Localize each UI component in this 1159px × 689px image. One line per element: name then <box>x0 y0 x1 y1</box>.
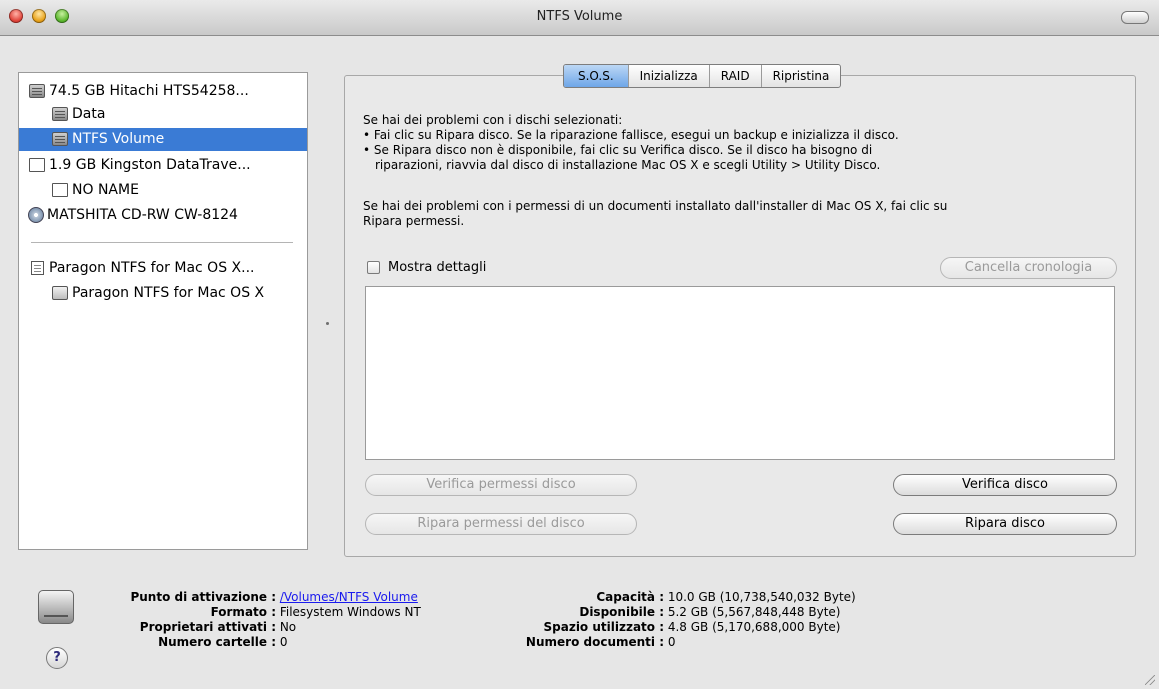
info-key: Formato : <box>210 605 276 619</box>
sidebar-item-label: Paragon NTFS for Mac OS X... <box>49 260 255 276</box>
info-key: Punto di attivazione : <box>130 590 276 604</box>
show-details-checkbox[interactable] <box>367 261 380 274</box>
repair-disk-button[interactable]: Ripara disco <box>893 513 1117 535</box>
optical-disc-icon <box>28 207 44 223</box>
clear-history-button[interactable]: Cancella cronologia <box>940 257 1117 279</box>
info-value: 10.0 GB (10,738,540,032 Byte) <box>667 590 856 604</box>
sidebar-item-cd-rw-drive[interactable]: MATSHITA CD-RW CW-8124 <box>19 204 307 227</box>
sidebar-item-hitachi-disk[interactable]: 74.5 GB Hitachi HTS54258... <box>19 80 307 103</box>
info-owners: Proprietari attivati : No <box>112 620 296 635</box>
sos-bullet-repair: • Fai clic su Ripara disco. Se la ripara… <box>363 128 899 142</box>
info-key: Disponibile : <box>579 605 664 619</box>
tab-inizializza[interactable]: Inizializza <box>627 65 709 87</box>
info-format: Formato : Filesystem Windows NT <box>112 605 421 620</box>
mount-point-link[interactable]: /Volumes/NTFS Volume <box>280 590 418 604</box>
mounted-image-icon <box>52 286 68 300</box>
sidebar-item-paragon-image[interactable]: Paragon NTFS for Mac OS X... <box>19 257 307 280</box>
repair-permissions-button[interactable]: Ripara permessi del disco <box>365 513 637 535</box>
tab-sos[interactable]: S.O.S. <box>564 65 628 87</box>
resize-grip-icon[interactable] <box>1145 675 1155 685</box>
info-folders: Numero cartelle : 0 <box>112 635 287 650</box>
window-title: NTFS Volume <box>536 9 623 24</box>
volume-large-icon <box>38 590 74 624</box>
info-value: 5.2 GB (5,567,848,448 Byte) <box>667 605 841 619</box>
sidebar-item-label: Paragon NTFS for Mac OS X <box>72 285 265 301</box>
tab-bar: S.O.S. Inizializza RAID Ripristina <box>563 64 842 88</box>
title-bar: NTFS Volume <box>0 0 1159 36</box>
sos-permissions-text: Se hai dei problemi con i permessi di un… <box>363 199 948 213</box>
sidebar-item-label: 1.9 GB Kingston DataTrave... <box>49 157 251 173</box>
info-key: Numero documenti : <box>525 635 664 649</box>
sos-bullet-verify: • Se Ripara disco non è disponibile, fai… <box>363 143 873 157</box>
info-key: Numero cartelle : <box>158 635 276 649</box>
sidebar-item-paragon-volume[interactable]: Paragon NTFS for Mac OS X <box>19 282 307 305</box>
sidebar-item-ntfs-volume[interactable]: NTFS Volume <box>19 128 307 151</box>
sidebar-item-kingston-drive[interactable]: 1.9 GB Kingston DataTrave... <box>19 154 307 177</box>
verify-permissions-button[interactable]: Verifica permessi disco <box>365 474 637 496</box>
tab-raid[interactable]: RAID <box>708 65 761 87</box>
volume-icon <box>52 107 68 121</box>
sos-intro-text: Se hai dei problemi con i dischi selezio… <box>363 113 623 127</box>
info-available: Disponibile : 5.2 GB (5,567,848,448 Byte… <box>478 605 840 620</box>
info-key: Capacità : <box>596 590 664 604</box>
sidebar-item-label: Data <box>72 106 106 122</box>
info-capacity: Capacità : 10.0 GB (10,738,540,032 Byte) <box>478 590 856 605</box>
details-log[interactable] <box>365 286 1115 460</box>
sidebar-item-label: NTFS Volume <box>72 131 165 147</box>
sidebar-item-label: NO NAME <box>72 182 139 198</box>
sidebar-item-data-volume[interactable]: Data <box>19 103 307 126</box>
verify-disk-button[interactable]: Verifica disco <box>893 474 1117 496</box>
sidebar-item-no-name-volume[interactable]: NO NAME <box>19 179 307 202</box>
info-value: 0 <box>667 635 676 649</box>
info-value: Filesystem Windows NT <box>279 605 421 619</box>
show-details-label: Mostra dettagli <box>388 260 487 275</box>
split-view-handle[interactable] <box>326 322 329 325</box>
device-list[interactable]: 74.5 GB Hitachi HTS54258... Data NTFS Vo… <box>18 72 308 550</box>
sidebar-item-label: MATSHITA CD-RW CW-8124 <box>47 207 238 223</box>
sidebar-item-label: 74.5 GB Hitachi HTS54258... <box>49 83 249 99</box>
volume-icon <box>52 132 68 146</box>
info-value: 4.8 GB (5,170,688,000 Byte) <box>667 620 841 634</box>
disk-image-icon <box>31 261 44 275</box>
info-value: 0 <box>279 635 288 649</box>
toolbar-toggle-button[interactable] <box>1121 11 1149 24</box>
sos-permissions-text-cont: Ripara permessi. <box>363 214 465 228</box>
usb-volume-icon <box>52 183 68 197</box>
info-used: Spazio utilizzato : 4.8 GB (5,170,688,00… <box>478 620 841 635</box>
usb-drive-icon <box>29 158 45 172</box>
hard-disk-icon <box>29 84 45 98</box>
info-mount-point: Punto di attivazione : /Volumes/NTFS Vol… <box>112 590 418 605</box>
info-key: Proprietari attivati : <box>139 620 276 634</box>
help-button[interactable]: ? <box>46 647 68 669</box>
sidebar-separator <box>31 242 293 243</box>
info-key: Spazio utilizzato : <box>543 620 665 634</box>
info-value: No <box>279 620 297 634</box>
info-documents: Numero documenti : 0 <box>478 635 676 650</box>
tab-ripristina[interactable]: Ripristina <box>760 65 841 87</box>
sos-bullet-verify-cont: riparazioni, riavvia dal disco di instal… <box>375 158 881 172</box>
